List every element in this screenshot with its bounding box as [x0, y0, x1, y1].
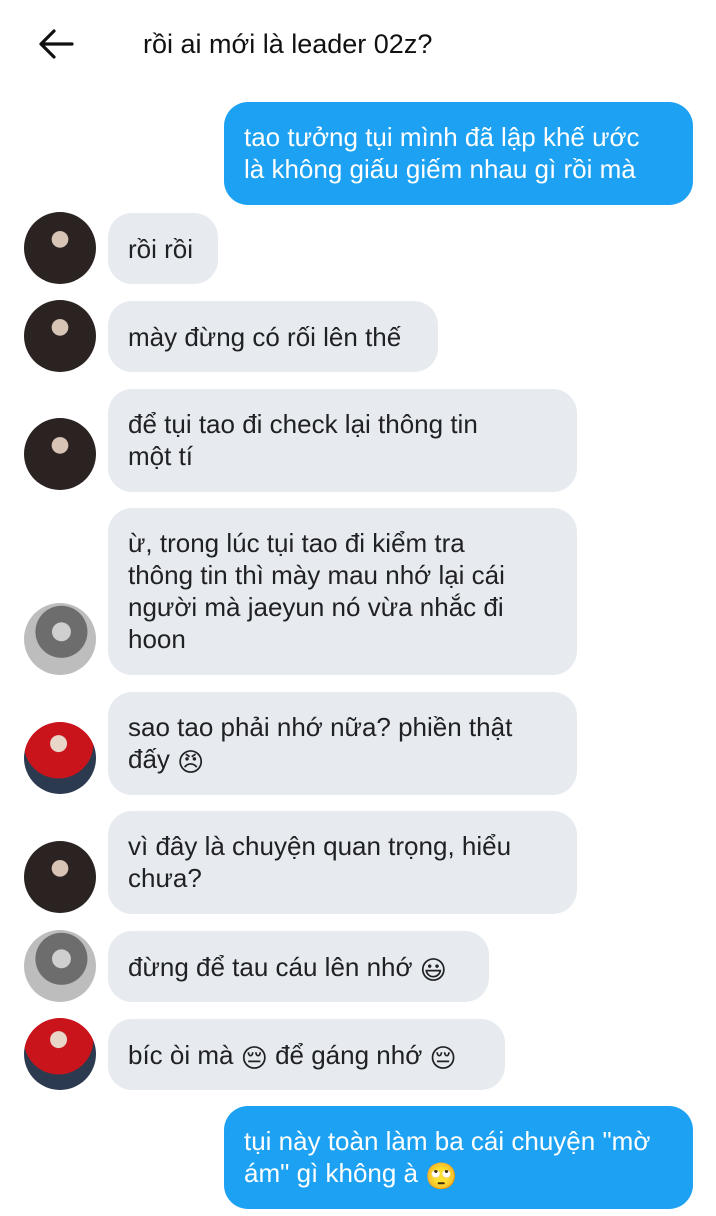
avatar-dark-hair-person[interactable] — [24, 300, 96, 372]
incoming-message-bubble[interactable]: sao tao phải nhớ nữa? phiền thật đấy 😠 — [108, 692, 577, 795]
message-text-line: người mà jaeyun nó vừa nhắc đi — [128, 592, 504, 622]
eye-roll-emoji-icon: 🙄 — [425, 1162, 458, 1192]
avatar-grayscale-person[interactable] — [24, 930, 96, 1002]
message-text-line: là không giấu giếm nhau gì rồi mà — [244, 154, 636, 184]
message-text-line: tao tưởng tụi mình đã lập khế ước — [244, 122, 640, 152]
message-text-line: hoon — [128, 624, 186, 654]
incoming-message-bubble[interactable]: mày đừng có rối lên thế — [108, 301, 438, 372]
message-text-line: ám" gì không à 🙄 — [244, 1157, 673, 1190]
angry-face-emoji-icon: 😠 — [177, 748, 205, 778]
incoming-message-bubble[interactable]: đừng để tau cáu lên nhớ 😃 — [108, 931, 489, 1002]
incoming-message-bubble[interactable]: ừ, trong lúc tụi tao đi kiểm tra thông t… — [108, 508, 577, 675]
avatar-dark-hair-person[interactable] — [24, 418, 96, 490]
message-text-line: ừ, trong lúc tụi tao đi kiểm tra — [128, 528, 465, 558]
avatar-dark-hair-person[interactable] — [24, 212, 96, 284]
arrow-left-icon — [39, 29, 74, 59]
avatar-grayscale-person[interactable] — [24, 603, 96, 675]
message-text-line: sao tao phải nhớ nữa? phiền thật — [128, 712, 513, 742]
outgoing-message-bubble[interactable]: tụi này toàn làm ba cái chuyện "mờ ám" g… — [224, 1106, 693, 1209]
message-text-line: vì đây là chuyện quan trọng, hiểu — [128, 831, 512, 861]
chat-header: rồi ai mới là leader 02z? — [0, 0, 716, 90]
message-text-line: thông tin thì mày mau nhớ lại cái — [128, 560, 505, 590]
back-button[interactable] — [34, 24, 78, 64]
message-text: mày đừng có rối lên thế — [128, 322, 402, 352]
message-text-line: đấy 😠 — [128, 743, 557, 776]
avatar-red-jacket-person[interactable] — [24, 722, 96, 794]
incoming-message-bubble[interactable]: vì đây là chuyện quan trọng, hiểu chưa? — [108, 811, 577, 914]
message-text: để gáng nhớ — [275, 1040, 423, 1070]
message-text: bíc òi mà — [128, 1040, 234, 1070]
chat-title: rồi ai mới là leader 02z? — [143, 29, 433, 59]
message-text-line: tụi này toàn làm ba cái chuyện "mờ — [244, 1126, 651, 1156]
incoming-message-bubble[interactable]: bíc òi mà 😔 để gáng nhớ 😔 — [108, 1019, 505, 1090]
incoming-message-bubble[interactable]: để tụi tao đi check lại thông tin một tí — [108, 389, 577, 492]
incoming-message-bubble[interactable]: rồi rồi — [108, 213, 218, 284]
avatar-dark-hair-person[interactable] — [24, 841, 96, 913]
message-text: ám" gì không à — [244, 1158, 419, 1188]
message-text: rồi rồi — [128, 234, 194, 264]
outgoing-message-bubble[interactable]: tao tưởng tụi mình đã lập khế ước là khô… — [224, 102, 693, 205]
message-text: đừng để tau cáu lên nhớ — [128, 952, 413, 982]
message-text-line: chưa? — [128, 863, 202, 893]
message-text-line: để tụi tao đi check lại thông tin — [128, 409, 478, 439]
message-text-line: một tí — [128, 441, 194, 471]
smiling-face-emoji-icon: 😃 — [419, 956, 447, 986]
message-text: đấy — [128, 744, 170, 774]
pensive-face-emoji-icon: 😔 — [240, 1044, 268, 1074]
pensive-face-emoji-icon: 😔 — [429, 1044, 457, 1074]
avatar-red-jacket-person[interactable] — [24, 1018, 96, 1090]
